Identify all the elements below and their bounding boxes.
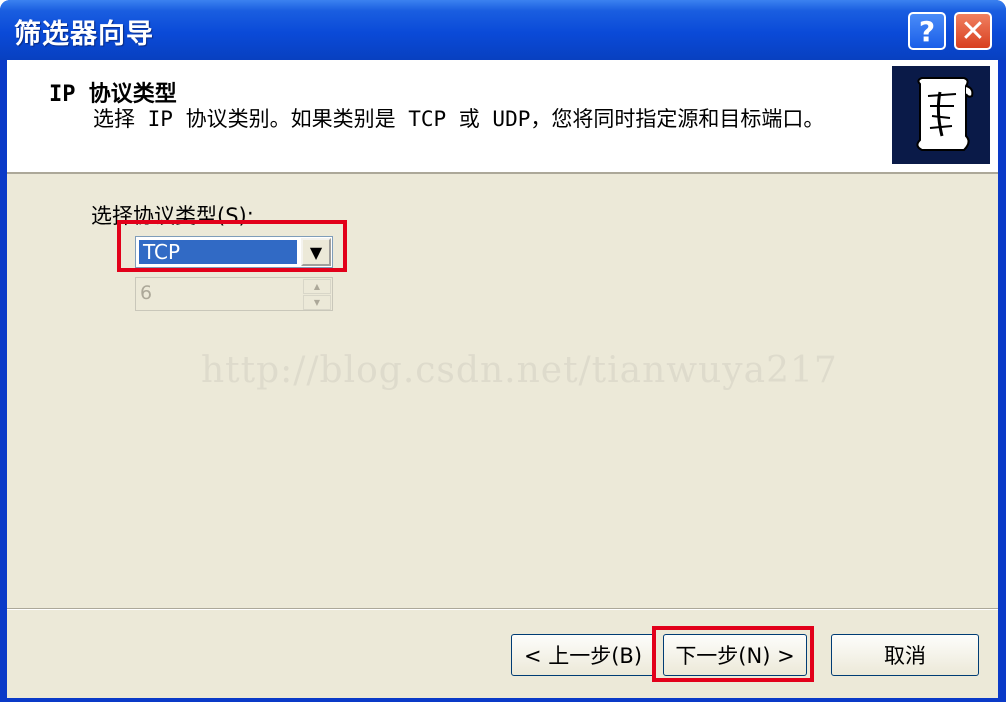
scroll-icon xyxy=(892,66,990,164)
window-title: 筛选器向导 xyxy=(14,19,154,50)
close-icon: ✕ xyxy=(960,13,986,49)
protocol-number-spinner: 6 ▲ ▼ xyxy=(135,277,333,311)
dialog-body: IP 协议类型 选择 IP 协议类别。如果类别是 TCP 或 UDP，您将同时指… xyxy=(7,60,998,698)
filter-wizard-window: 筛选器向导 ? ✕ IP 协议类型 选择 IP 协议类别。如果类别是 TCP 或… xyxy=(0,0,1006,702)
page-description: 选择 IP 协议类别。如果类别是 TCP 或 UDP，您将同时指定源和目标端口。 xyxy=(93,107,825,131)
divider xyxy=(7,608,998,610)
help-icon: ? xyxy=(918,14,936,48)
highlight-box-next xyxy=(652,626,814,682)
help-button[interactable]: ? xyxy=(908,12,946,50)
cancel-button[interactable]: 取消 xyxy=(831,634,979,676)
close-button[interactable]: ✕ xyxy=(954,12,992,50)
protocol-number-value: 6 xyxy=(140,282,153,304)
page-title: IP 协议类型 xyxy=(49,82,177,107)
wizard-header: IP 协议类型 选择 IP 协议类别。如果类别是 TCP 或 UDP，您将同时指… xyxy=(7,60,998,174)
spin-up-icon: ▲ xyxy=(303,279,331,294)
title-bar[interactable]: 筛选器向导 ? ✕ xyxy=(0,0,1006,60)
spin-down-icon: ▼ xyxy=(303,295,331,310)
watermark: http://blog.csdn.net/tianwuya217 xyxy=(201,350,838,391)
highlight-box-combobox xyxy=(117,220,347,272)
back-button[interactable]: < 上一步(B) xyxy=(511,634,655,676)
